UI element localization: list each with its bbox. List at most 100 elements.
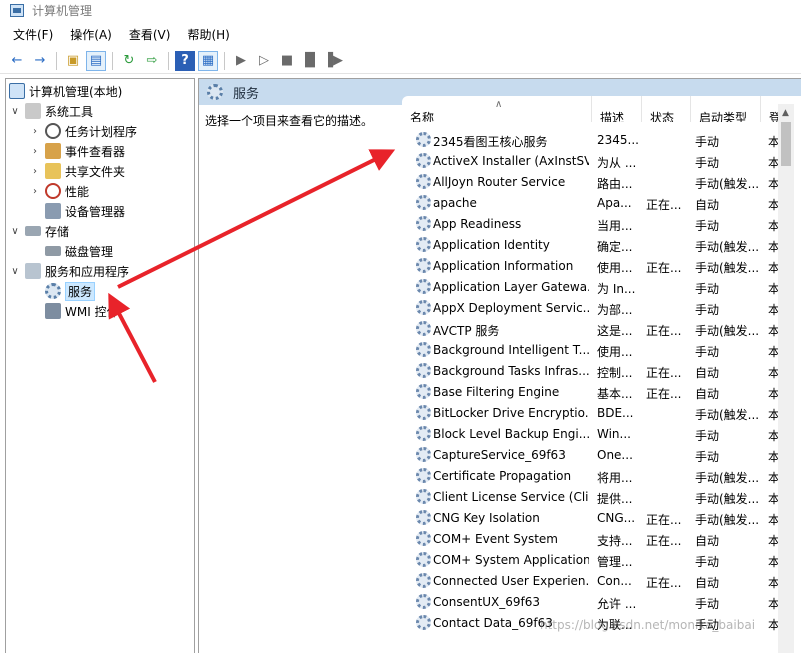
table-row[interactable]: 2345看图王核心服务 2345... 手动本 [402, 130, 782, 151]
services-list: 名称 ∧ 描述 状态 启动类型 登 2345看图王核心服务 2345... 手动本 A… [402, 96, 801, 653]
service-startup-type: 手动(触发... [695, 177, 759, 191]
tree-item-event-viewer[interactable]: › 事件查看器 [29, 141, 125, 161]
tree-label: 磁盘管理 [65, 244, 114, 259]
chevron-right-icon[interactable]: › [29, 166, 41, 177]
column-description[interactable]: 描述 [592, 96, 642, 122]
table-row[interactable]: Background Intelligent T... 使用... 手动本 [402, 340, 782, 361]
tree-item-services-apps[interactable]: ∨ 服务和应用程序 [9, 261, 129, 281]
play-outline-icon[interactable]: ▷ [254, 51, 274, 71]
table-row[interactable]: Connected User Experien... Con... 正在... 自动本 [402, 571, 782, 592]
gear-icon [416, 510, 431, 525]
services-apps-icon [25, 263, 41, 279]
tree-label: 系统工具 [45, 104, 94, 119]
refresh-icon[interactable]: ↻ [119, 51, 139, 71]
service-name: Background Tasks Infras... [433, 364, 589, 378]
table-row[interactable]: CaptureService_69f63 One... 手动本 [402, 445, 782, 466]
chevron-right-icon[interactable]: › [29, 126, 41, 137]
table-row[interactable]: AVCTP 服务 这是... 正在... 手动(触发... 本 [402, 319, 782, 340]
back-icon[interactable]: ← [7, 51, 27, 71]
table-row[interactable]: Client License Service (Cli... 提供... 手动(触发… [402, 487, 782, 508]
service-description: BDE... [597, 406, 634, 420]
service-name: Connected User Experien... [433, 574, 589, 588]
tree-label: WMI 控件 [65, 304, 119, 319]
table-row[interactable]: Background Tasks Infras... 控制... 正在... 自动本 [402, 361, 782, 382]
column-name[interactable]: 名称 ∧ [402, 96, 592, 122]
vertical-scrollbar[interactable]: ▲ [778, 104, 794, 653]
service-startup-type: 手动(触发... [695, 513, 759, 527]
service-name: Application Layer Gatewa... [433, 280, 589, 294]
table-row[interactable]: Application Information 使用... 正在... 手动(触发..… [402, 256, 782, 277]
table-row[interactable]: AllJoyn Router Service 路由... 手动(触发... 本 [402, 172, 782, 193]
forward-icon[interactable]: → [30, 51, 50, 71]
menu-file[interactable]: 文件(F) [13, 26, 53, 43]
tree-item-device-manager[interactable]: 设备管理器 [45, 201, 125, 221]
scroll-up-icon[interactable]: ▲ [782, 108, 789, 118]
gear-icon [416, 531, 431, 546]
help-icon[interactable]: ? [175, 50, 195, 71]
service-status: 正在... [646, 366, 682, 380]
service-name: App Readiness [433, 217, 522, 231]
service-description: 这是... [597, 324, 633, 338]
menu-view[interactable]: 查看(V) [129, 26, 171, 43]
tree-label: 性能 [65, 184, 90, 199]
table-row[interactable]: CNG Key Isolation CNG... 正在... 手动(触发... 本 [402, 508, 782, 529]
gear-icon [416, 468, 431, 483]
tree-label: 设备管理器 [65, 204, 126, 219]
table-row[interactable]: apache Apa... 正在... 自动本 [402, 193, 782, 214]
table-row[interactable]: COM+ Event System 支持... 正在... 自动本 [402, 529, 782, 550]
gear-icon [416, 405, 431, 420]
service-status: 正在... [646, 513, 682, 527]
up-folder-icon[interactable]: ▣ [63, 51, 83, 71]
column-status[interactable]: 状态 [642, 96, 691, 122]
tree-item-performance[interactable]: › 性能 [29, 181, 89, 201]
computer-management-icon [10, 3, 24, 17]
table-row[interactable]: BitLocker Drive Encryptio... BDE... 手动(触发.… [402, 403, 782, 424]
chevron-down-icon[interactable]: ∨ [9, 106, 21, 117]
service-description: Apa... [597, 196, 632, 210]
console-tree-icon[interactable]: ▤ [86, 50, 106, 71]
tree-item-task-scheduler[interactable]: › 任务计划程序 [29, 121, 137, 141]
table-row[interactable]: AppX Deployment Servic... 为部... 手动本 [402, 298, 782, 319]
export-icon[interactable]: ⇨ [142, 51, 162, 71]
properties-icon[interactable]: ▦ [198, 50, 218, 71]
toolbar: ← → ▣ ▤ ↻ ⇨ ? ▦ ▶ ▷ ■ ▐▌ ▐▶ [0, 48, 801, 74]
tree-item-disk-management[interactable]: 磁盘管理 [45, 241, 113, 261]
gear-icon [416, 615, 431, 630]
table-row[interactable]: Block Level Backup Engi... Win... 手动本 [402, 424, 782, 445]
scroll-thumb[interactable] [781, 122, 791, 166]
chevron-down-icon[interactable]: ∨ [9, 226, 21, 237]
tree-item-root[interactable]: 计算机管理(本地) [9, 81, 122, 101]
gear-icon [416, 174, 431, 189]
service-name: Client License Service (Cli... [433, 490, 589, 504]
chevron-down-icon[interactable]: ∨ [9, 266, 21, 277]
table-row[interactable]: Base Filtering Engine 基本... 正在... 自动本 [402, 382, 782, 403]
tree-item-services[interactable]: 服务 [45, 281, 96, 301]
table-row[interactable]: Application Layer Gatewa... 为 In... 手动本 [402, 277, 782, 298]
tree-item-storage[interactable]: ∨ 存储 [9, 221, 69, 241]
gear-icon [207, 84, 223, 100]
column-startup-type[interactable]: 启动类型 [691, 96, 761, 122]
service-startup-type: 手动(触发... [695, 240, 759, 254]
play-icon[interactable]: ▶ [231, 51, 251, 71]
restart-icon[interactable]: ▐▶ [323, 51, 343, 71]
tree-label: 服务 [65, 281, 96, 301]
service-startup-type: 手动 [695, 429, 720, 443]
tree-item-shared-folders[interactable]: › 共享文件夹 [29, 161, 125, 181]
service-startup-type: 手动(触发... [695, 324, 759, 338]
table-row[interactable]: COM+ System Application 管理... 手动本 [402, 550, 782, 571]
tree-item-wmi[interactable]: WMI 控件 [45, 301, 119, 321]
service-name: AVCTP 服务 [433, 324, 500, 338]
stop-icon[interactable]: ■ [277, 51, 297, 71]
chevron-right-icon[interactable]: › [29, 186, 41, 197]
pause-icon[interactable]: ▐▌ [300, 51, 320, 71]
table-row[interactable]: ActiveX Installer (AxInstSV) 为从 ... 手动本 [402, 151, 782, 172]
chevron-right-icon[interactable]: › [29, 146, 41, 157]
service-name: CaptureService_69f63 [433, 448, 566, 462]
menu-action[interactable]: 操作(A) [70, 26, 112, 43]
table-row[interactable]: Application Identity 确定... 手动(触发... 本 [402, 235, 782, 256]
table-row[interactable]: ConsentUX_69f63 允许 ... 手动本 [402, 592, 782, 613]
menu-help[interactable]: 帮助(H) [187, 26, 229, 43]
table-row[interactable]: App Readiness 当用... 手动本 [402, 214, 782, 235]
table-row[interactable]: Certificate Propagation 将用... 手动(触发... 本 [402, 466, 782, 487]
tree-item-system-tools[interactable]: ∨ 系统工具 [9, 101, 93, 121]
